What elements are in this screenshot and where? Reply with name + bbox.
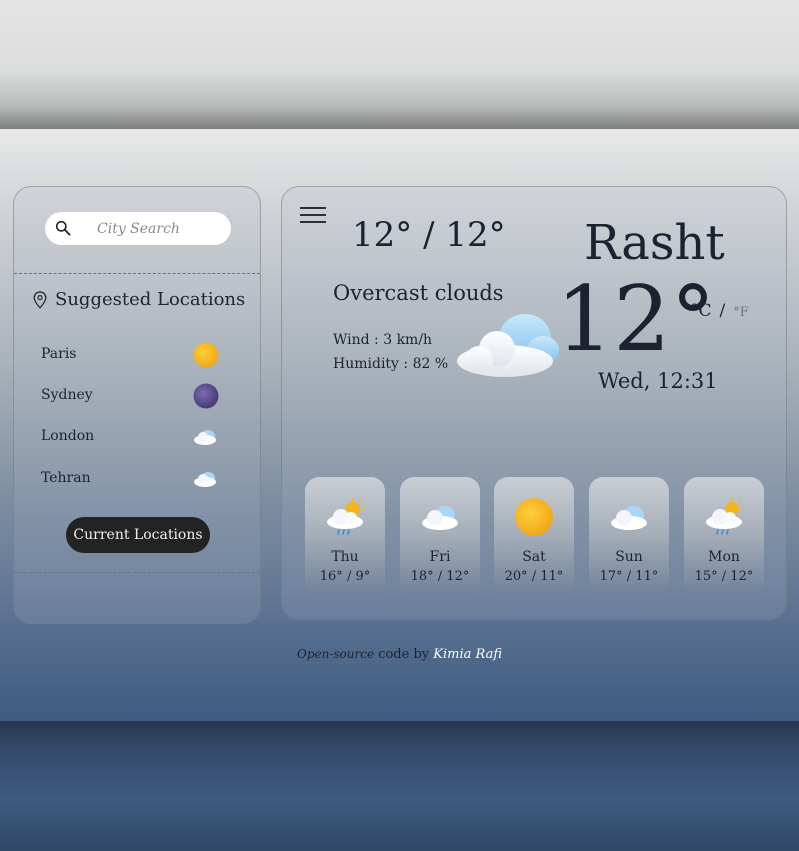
forecast-day: Fri — [429, 549, 451, 565]
current-locations-button[interactable]: Current Locations — [66, 517, 210, 553]
date-time: Wed, 12:31 — [598, 369, 718, 393]
forecast-day: Sun — [615, 549, 643, 565]
location-name[interactable]: Paris — [41, 346, 77, 362]
sun-icon — [193, 342, 219, 368]
city-name: Rasht — [584, 215, 725, 271]
sun-cloud-rain-icon — [706, 498, 744, 535]
sun-icon — [515, 498, 553, 536]
credit-middle: code by — [374, 647, 434, 662]
forecast-day: Sat — [522, 549, 546, 565]
min-max-temperature: 12° / 12° — [352, 215, 506, 255]
cloud-icon — [611, 506, 647, 530]
forecast-card-fri[interactable]: Fri 18° / 12° — [400, 477, 480, 595]
forecast-card-mon[interactable]: Mon 15° / 12° — [684, 477, 764, 595]
locations-panel: Suggested Locations Paris Sydney London … — [13, 186, 261, 624]
location-item-paris[interactable]: Paris — [41, 340, 221, 370]
open-source-link[interactable]: Open-source — [297, 647, 374, 661]
menu-icon[interactable] — [300, 207, 326, 225]
forecast-card-thu[interactable]: Thu 16° / 9° — [305, 477, 385, 595]
search-icon[interactable] — [55, 220, 71, 236]
divider-top — [14, 273, 260, 274]
suggested-title: Suggested Locations — [55, 289, 246, 310]
forecast-day: Mon — [708, 549, 740, 565]
footer-credit: Open-source code by Kimia Rafi — [0, 647, 799, 662]
cloud-icon — [457, 314, 559, 377]
forecast-range: 16° / 9° — [319, 569, 371, 584]
author-link[interactable]: Kimia Rafi — [433, 647, 502, 662]
fahrenheit-toggle[interactable]: °F — [733, 305, 749, 320]
location-item-sydney[interactable]: Sydney — [41, 381, 221, 411]
search-box[interactable] — [45, 212, 231, 245]
wind-speed: Wind : 3 km/h — [333, 332, 433, 348]
city-search-input[interactable] — [95, 217, 227, 241]
forecast-range: 20° / 11° — [504, 569, 564, 584]
suggested-locations-heading: Suggested Locations — [33, 289, 245, 310]
forecast-range: 15° / 12° — [694, 569, 754, 584]
unit-separator: / — [719, 301, 726, 321]
unit-toggle: °C / °F — [690, 301, 749, 321]
forecast-range: 18° / 12° — [410, 569, 470, 584]
location-name[interactable]: Tehran — [41, 470, 91, 486]
cloud-icon — [194, 430, 216, 445]
cloud-icon — [422, 506, 458, 530]
forecast-day: Thu — [331, 549, 359, 565]
divider-bottom — [14, 572, 260, 573]
location-item-tehran[interactable]: Tehran — [41, 464, 221, 494]
weather-condition: Overcast clouds — [333, 281, 504, 305]
location-pin-icon — [33, 290, 47, 309]
cloud-icon — [194, 472, 216, 487]
forecast-range: 17° / 11° — [599, 569, 659, 584]
forecast-card-sat[interactable]: Sat 20° / 11° — [494, 477, 574, 595]
humidity: Humidity : 82 % — [333, 356, 449, 372]
location-name[interactable]: London — [41, 428, 94, 444]
sun-cloud-rain-icon — [327, 498, 365, 535]
bottom-band — [0, 721, 799, 851]
night-moon-icon — [193, 383, 219, 409]
celsius-toggle[interactable]: °C — [690, 301, 712, 321]
header-band — [0, 0, 799, 129]
location-item-london[interactable]: London — [41, 422, 221, 452]
weather-panel: 12° / 12° Overcast clouds Wind : 3 km/h … — [281, 186, 787, 620]
location-name[interactable]: Sydney — [41, 387, 93, 403]
forecast-card-sun[interactable]: Sun 17° / 11° — [589, 477, 669, 595]
